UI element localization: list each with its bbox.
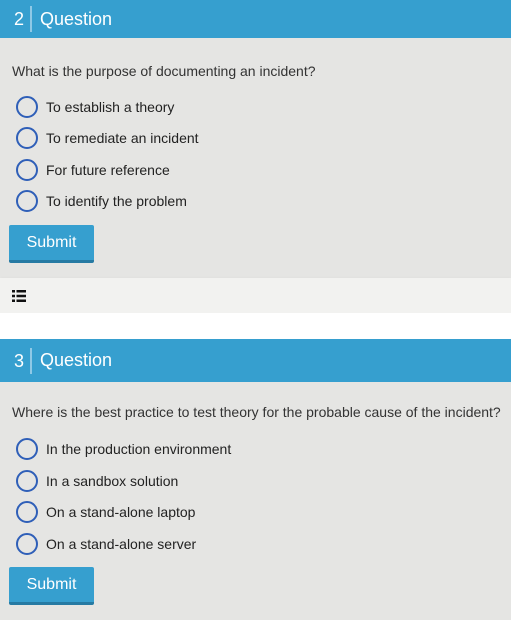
- radio-button[interactable]: [16, 159, 38, 181]
- option-radio[interactable]: On a stand-alone laptop: [16, 501, 195, 523]
- divider: [0, 313, 511, 339]
- question-text: Where is the best practice to test theor…: [12, 404, 501, 420]
- submit-button[interactable]: Submit: [9, 567, 94, 605]
- option-label: To identify the problem: [46, 193, 187, 209]
- option-radio[interactable]: To establish a theory: [16, 96, 174, 118]
- option-radio[interactable]: To identify the problem: [16, 190, 187, 212]
- radio-button[interactable]: [16, 190, 38, 212]
- option-label: In a sandbox solution: [46, 473, 179, 489]
- question-header: 2 Question: [0, 0, 511, 38]
- option-radio[interactable]: In the production environment: [16, 438, 231, 460]
- question-number: 2: [14, 6, 33, 32]
- radio-button[interactable]: [16, 533, 38, 555]
- radio-button[interactable]: [16, 127, 38, 149]
- submit-button[interactable]: Submit: [9, 225, 94, 263]
- list-icon[interactable]: [12, 290, 26, 302]
- question-text: What is the purpose of documenting an in…: [12, 63, 316, 79]
- option-radio[interactable]: In a sandbox solution: [16, 470, 178, 492]
- option-radio[interactable]: On a stand-alone server: [16, 533, 196, 555]
- option-label: On a stand-alone server: [46, 536, 197, 552]
- option-radio[interactable]: To remediate an incident: [16, 127, 199, 149]
- question-header: 3 Question: [0, 339, 511, 382]
- question-number: 3: [14, 347, 33, 374]
- option-label: To remediate an incident: [46, 130, 199, 146]
- option-label: To establish a theory: [46, 99, 175, 115]
- question-title: Question: [40, 350, 113, 370]
- toolbar: [0, 278, 511, 313]
- option-radio[interactable]: For future reference: [16, 159, 170, 181]
- option-label: In the production environment: [46, 441, 232, 457]
- radio-button[interactable]: [16, 470, 38, 492]
- option-label: For future reference: [46, 162, 170, 178]
- radio-button[interactable]: [16, 96, 38, 118]
- option-label: On a stand-alone laptop: [46, 504, 196, 520]
- radio-button[interactable]: [16, 438, 38, 460]
- question-title: Question: [40, 8, 113, 29]
- radio-button[interactable]: [16, 501, 38, 523]
